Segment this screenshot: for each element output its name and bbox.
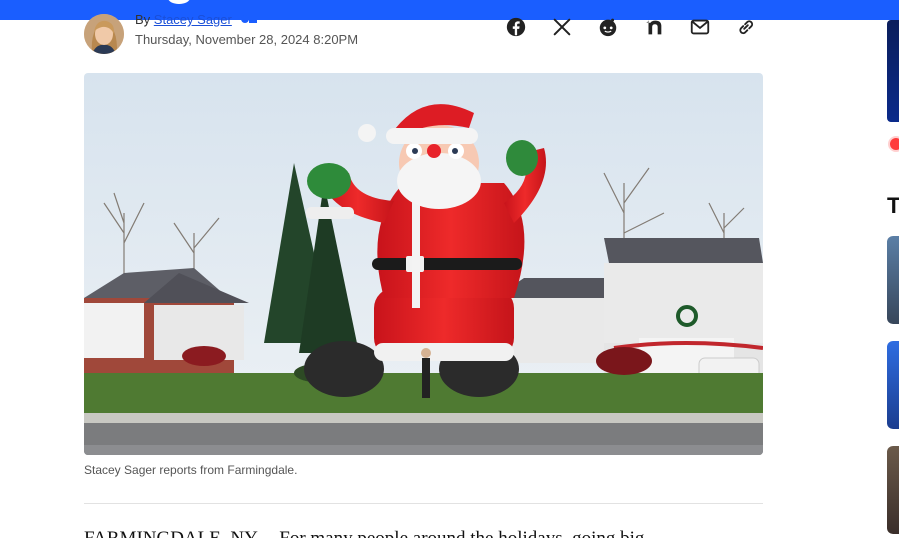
publish-date: Thursday, November 28, 2024 8:20PM — [135, 32, 359, 47]
x-icon — [553, 18, 571, 36]
email-icon — [690, 19, 710, 35]
section-divider — [84, 503, 763, 504]
link-icon — [739, 20, 754, 35]
share-facebook-button[interactable] — [505, 16, 527, 38]
sidebar-story-thumbnail[interactable] — [887, 236, 899, 324]
author-link[interactable]: Stacey Sager — [154, 12, 232, 27]
nextdoor-icon — [645, 19, 662, 35]
byline-text: By Stacey Sager — [135, 12, 259, 28]
social-badge-icon[interactable] — [239, 13, 259, 28]
sidebar-section-heading: T — [887, 193, 899, 218]
facebook-icon — [506, 17, 526, 37]
image-caption: Stacey Sager reports from Farmingdale. — [84, 463, 298, 477]
article-lead-paragraph: FARMINGDALE, NY -- For many people aroun… — [84, 528, 644, 538]
sidebar-story-thumbnail[interactable] — [887, 341, 899, 429]
author-avatar[interactable] — [84, 14, 124, 54]
share-nextdoor-button[interactable] — [643, 16, 665, 38]
live-indicator-icon — [890, 138, 899, 150]
sidebar-video-thumbnail[interactable] — [887, 20, 899, 122]
site-logo[interactable] — [168, 0, 190, 4]
reddit-icon — [599, 18, 617, 37]
share-reddit-button[interactable] — [597, 16, 619, 38]
sidebar-story-thumbnail[interactable] — [887, 446, 899, 534]
byline-prefix: By — [135, 12, 151, 27]
share-x-button[interactable] — [551, 16, 573, 38]
article-hero-image[interactable] — [84, 73, 763, 455]
share-copy-link-button[interactable] — [735, 16, 757, 38]
share-email-button[interactable] — [689, 16, 711, 38]
